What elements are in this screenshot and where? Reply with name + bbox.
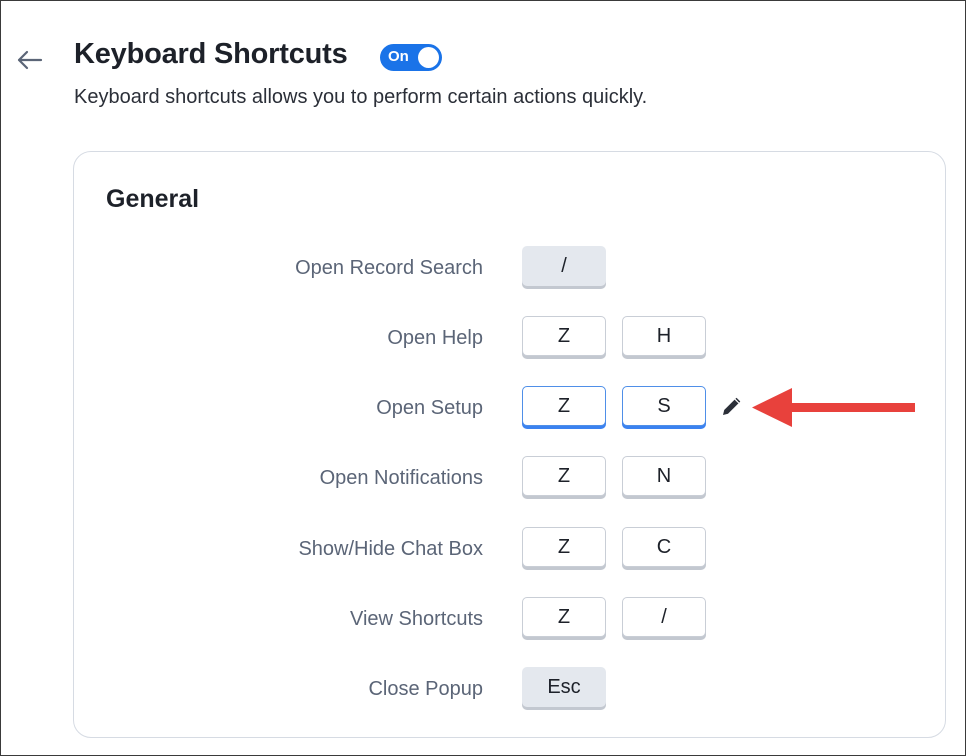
- key-cap[interactable]: Z: [522, 316, 606, 356]
- key-cap[interactable]: H: [622, 316, 706, 356]
- shortcut-label: Open Help: [387, 327, 483, 349]
- key-cap: Esc: [522, 667, 606, 707]
- key-cap[interactable]: C: [622, 527, 706, 567]
- page-title: Keyboard Shortcuts: [74, 38, 348, 70]
- general-shortcuts-card: General Open Record Search / Open Help Z…: [73, 151, 946, 738]
- shortcut-row-close-popup: Close Popup Esc: [74, 667, 945, 711]
- key-cap[interactable]: Z: [522, 597, 606, 637]
- shortcut-row-open-help: Open Help Z H: [74, 316, 945, 360]
- shortcut-label: View Shortcuts: [349, 608, 483, 630]
- shortcut-label: Show/Hide Chat Box: [298, 538, 483, 560]
- red-arrow-annotation-icon: [752, 386, 918, 430]
- shortcut-label: Close Popup: [368, 678, 483, 700]
- shortcut-row-show-hide-chat-box: Show/Hide Chat Box Z C: [74, 527, 945, 571]
- toggle-knob: [418, 47, 439, 68]
- page-subtitle: Keyboard shortcuts allows you to perform…: [74, 86, 648, 108]
- key-cap[interactable]: Z: [522, 456, 606, 496]
- pencil-icon[interactable]: [720, 394, 744, 418]
- shortcut-label: Open Record Search: [295, 257, 483, 279]
- key-cap[interactable]: S: [622, 386, 706, 426]
- shortcuts-toggle[interactable]: On: [380, 44, 442, 71]
- key-cap[interactable]: /: [622, 597, 706, 637]
- key-cap: /: [522, 246, 606, 286]
- shortcut-row-view-shortcuts: View Shortcuts Z /: [74, 597, 945, 641]
- key-cap[interactable]: N: [622, 456, 706, 496]
- section-title: General: [106, 185, 200, 213]
- toggle-label: On: [388, 48, 409, 65]
- key-cap[interactable]: Z: [522, 386, 606, 426]
- shortcut-label: Open Notifications: [319, 467, 483, 489]
- back-arrow-icon[interactable]: [14, 44, 46, 76]
- key-cap[interactable]: Z: [522, 527, 606, 567]
- shortcut-row-open-notifications: Open Notifications Z N: [74, 456, 945, 500]
- shortcut-label: Open Setup: [376, 397, 483, 419]
- shortcut-row-open-record-search: Open Record Search /: [74, 246, 945, 290]
